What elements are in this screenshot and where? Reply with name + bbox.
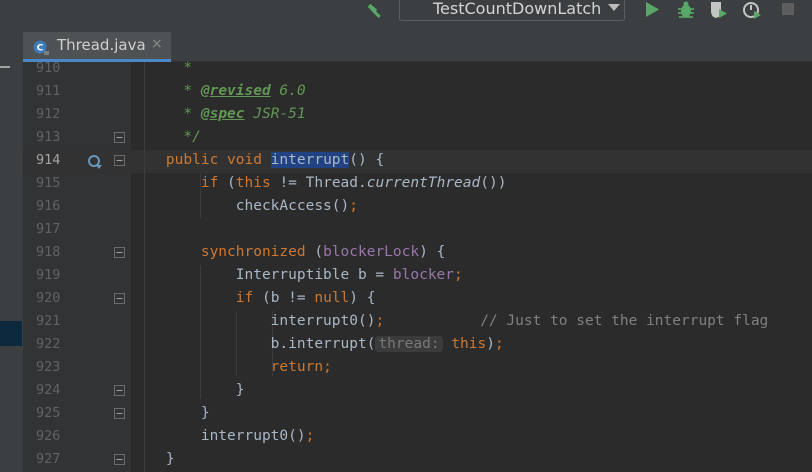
line-number: 912 [36, 106, 61, 122]
chevron-down-icon [608, 4, 620, 11]
run-configuration-label: TestCountDownLatch [433, 0, 602, 18]
close-icon[interactable]: × [151, 36, 163, 52]
line-number: 925 [36, 405, 61, 421]
code-line: interrupt0(); [131, 428, 315, 444]
line-number: 914 [36, 152, 61, 168]
override-marker-icon[interactable] [87, 154, 103, 170]
fold-end-icon[interactable] [114, 408, 125, 419]
code-line: if (b != null) { [235, 290, 376, 306]
line-number: 916 [36, 198, 61, 214]
code-line: if (this != Thread.currentThread()) [200, 175, 507, 191]
fold-end-icon[interactable] [114, 454, 125, 465]
line-number: 921 [36, 313, 61, 329]
fold-start-icon[interactable] [114, 293, 125, 304]
fold-end-icon[interactable] [114, 132, 125, 143]
code-line: public void interrupt() { [165, 152, 385, 168]
line-number: 911 [36, 83, 61, 99]
code-line: } [131, 405, 210, 421]
build-hammer-icon[interactable] [366, 0, 386, 20]
code-line: * [183, 60, 193, 76]
code-editor[interactable]: 910 911 912 913 914 915 916 917 918 919 920 921 922 9… [23, 60, 812, 472]
code-area[interactable]: * * @revised 6.0 * @spec JSR-51 */ publi… [131, 60, 812, 472]
run-icon[interactable] [642, 0, 662, 20]
fold-start-icon[interactable] [114, 155, 125, 166]
code-line: return; [270, 359, 332, 375]
code-line: } [131, 451, 175, 467]
code-line: * @revised 6.0 [183, 83, 306, 99]
line-number: 910 [36, 60, 61, 76]
tab-label: Thread.java [57, 36, 146, 54]
code-line: Interruptible b = blocker; [131, 267, 463, 283]
line-number: 927 [36, 451, 61, 467]
project-panel-edge [0, 24, 23, 472]
panel-divider [0, 66, 10, 68]
line-number: 918 [36, 244, 61, 260]
run-configuration-dropdown[interactable]: TestCountDownLatch [399, 0, 625, 21]
line-number: 923 [36, 359, 61, 375]
line-number: 926 [36, 428, 61, 444]
fold-end-icon[interactable] [114, 385, 125, 396]
line-number: 915 [36, 175, 61, 191]
profiler-icon[interactable] [742, 0, 762, 20]
line-number: 917 [36, 221, 61, 237]
line-number: 913 [36, 129, 61, 145]
code-line: interrupt0(); // Just to set the interru… [131, 313, 769, 329]
code-line: b.interrupt(thread: this); [131, 336, 504, 352]
editor-gutter[interactable]: 910 911 912 913 914 915 916 917 918 919 920 921 922 9… [23, 60, 131, 472]
code-line: * @spec JSR-51 [183, 106, 306, 122]
run-with-coverage-icon[interactable] [708, 0, 728, 20]
line-number: 919 [36, 267, 61, 283]
debug-bug-icon[interactable] [676, 0, 696, 20]
toolbar: TestCountDownLatch [0, 0, 812, 24]
code-line: checkAccess(); [131, 198, 358, 214]
stop-icon[interactable] [778, 0, 798, 20]
java-class-icon: C [33, 40, 49, 55]
fold-start-icon[interactable] [114, 247, 125, 258]
line-number: 920 [36, 290, 61, 306]
selected-tree-row[interactable] [0, 321, 22, 346]
svg-text:C: C [37, 44, 44, 54]
code-line: } [131, 382, 245, 398]
line-number: 924 [36, 382, 61, 398]
code-line: */ [183, 129, 201, 145]
code-line: synchronized (blockerLock) { [200, 244, 446, 260]
line-number: 922 [36, 336, 61, 352]
